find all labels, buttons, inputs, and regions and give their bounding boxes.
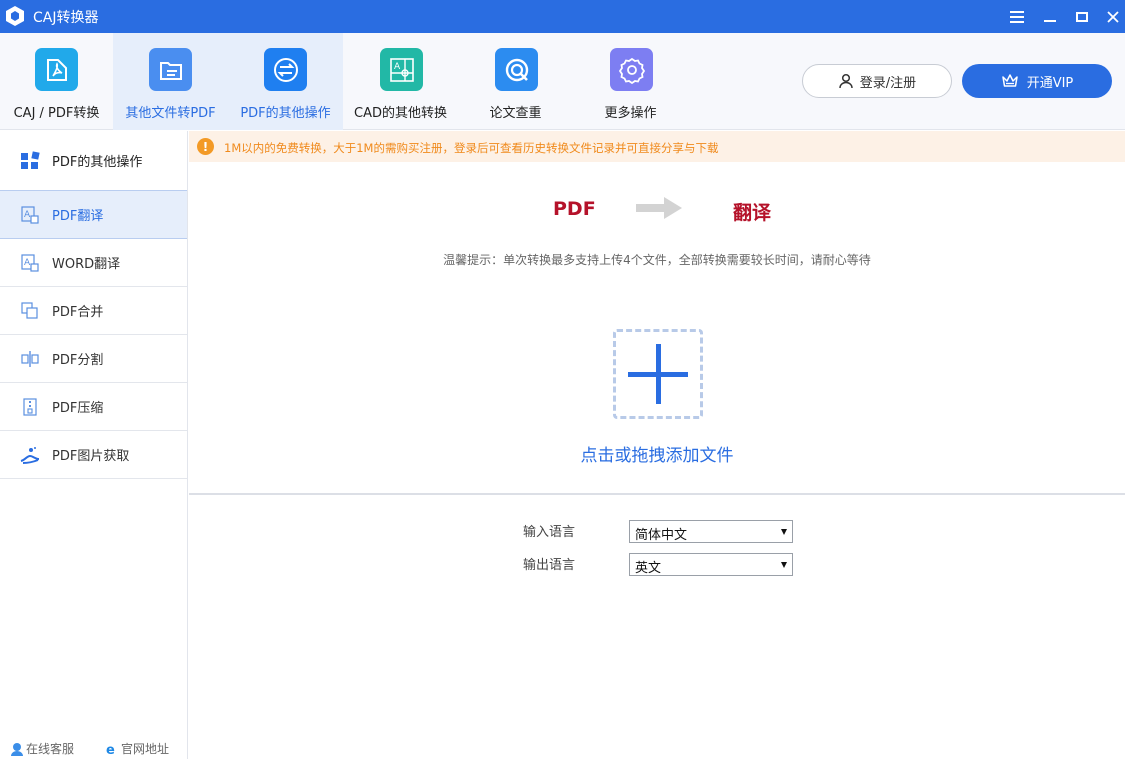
tab-label: PDF的其他操作 bbox=[240, 106, 331, 121]
ie-browser-icon: e bbox=[106, 743, 115, 756]
sidebar-item-label: PDF合并 bbox=[52, 305, 104, 320]
output-language-select[interactable]: 英文 bbox=[629, 553, 793, 576]
tab-label: 其他文件转PDF bbox=[125, 106, 216, 121]
sidebar-item-word-translate[interactable]: A WORD翻译 bbox=[0, 239, 187, 287]
flow-source-label: PDF bbox=[553, 198, 596, 220]
split-icon bbox=[20, 349, 40, 369]
svg-text:A: A bbox=[24, 210, 31, 220]
minimize-button[interactable] bbox=[1034, 0, 1066, 33]
sidebar-item-pdf-translate[interactable]: A PDF翻译 bbox=[0, 190, 187, 239]
sidebar-header-label: PDF的其他操作 bbox=[52, 155, 143, 170]
close-icon bbox=[1107, 10, 1119, 23]
app-title: CAJ转换器 bbox=[33, 10, 99, 26]
main-toolbar: CAJ / PDF转换 其他文件转PDF PDF的其他操作 A CAD的其他转换… bbox=[0, 33, 1125, 130]
svg-text:A: A bbox=[24, 258, 31, 268]
merge-icon bbox=[20, 301, 40, 321]
minimize-icon bbox=[1044, 19, 1056, 22]
input-language-label: 输入语言 bbox=[523, 525, 576, 540]
grid-icon bbox=[20, 150, 40, 171]
add-file-label[interactable]: 点击或拖拽添加文件 bbox=[189, 441, 1125, 466]
input-language-value: 简体中文 bbox=[635, 528, 688, 543]
open-vip-button[interactable]: 开通VIP bbox=[962, 64, 1112, 98]
tab-pdf-other-ops[interactable]: PDF的其他操作 bbox=[228, 33, 343, 130]
login-label: 登录/注册 bbox=[859, 75, 917, 91]
pdf-convert-icon bbox=[35, 48, 78, 91]
warning-icon: ! bbox=[197, 138, 214, 155]
sidebar-item-pdf-merge[interactable]: PDF合并 bbox=[0, 287, 187, 335]
tip-text: 温馨提示：单次转换最多支持上传4个文件，全部转换需要较长时间，请耐心等待 bbox=[443, 253, 871, 267]
notice-banner: ! 1M以内的免费转换，大于1M的需购买注册，登录后可查看历史转换文件记录并可直… bbox=[189, 131, 1125, 162]
online-service-label: 在线客服 bbox=[26, 742, 75, 756]
online-service-link[interactable]: 在线客服 bbox=[10, 740, 74, 757]
sidebar-header[interactable]: PDF的其他操作 bbox=[0, 131, 187, 191]
right-arrow-icon bbox=[636, 197, 682, 219]
sidebar-item-label: WORD翻译 bbox=[52, 257, 121, 272]
tab-cad-convert[interactable]: A CAD的其他转换 bbox=[343, 33, 458, 130]
sidebar-item-label: PDF图片获取 bbox=[52, 449, 130, 464]
sidebar-item-pdf-compress[interactable]: PDF压缩 bbox=[0, 383, 187, 431]
svg-text:A: A bbox=[394, 62, 401, 72]
official-website-label: 官网地址 bbox=[121, 742, 170, 756]
tab-label: 更多操作 bbox=[604, 106, 657, 121]
close-button[interactable] bbox=[1097, 0, 1125, 33]
sidebar-item-label: PDF分割 bbox=[52, 353, 104, 368]
vip-label: 开通VIP bbox=[1026, 75, 1074, 91]
official-website-link[interactable]: e 官网地址 bbox=[105, 740, 169, 757]
output-language-label: 输出语言 bbox=[523, 558, 576, 573]
user-icon bbox=[839, 73, 853, 89]
plus-icon-bar bbox=[628, 372, 688, 377]
cad-drawing-icon: A bbox=[380, 48, 423, 91]
notice-text: 1M以内的免费转换，大于1M的需购买注册，登录后可查看历史转换文件记录并可直接分… bbox=[224, 141, 719, 155]
translate-icon: A bbox=[20, 253, 40, 273]
maximize-button[interactable] bbox=[1066, 0, 1098, 33]
sidebar-item-label: PDF翻译 bbox=[52, 209, 104, 224]
menu-icon bbox=[1010, 10, 1024, 23]
divider bbox=[189, 493, 1125, 495]
gear-icon bbox=[610, 48, 653, 91]
menu-button[interactable] bbox=[1001, 0, 1033, 33]
title-bar: CAJ转换器 bbox=[0, 0, 1125, 33]
sidebar: PDF的其他操作 A PDF翻译 A WORD翻译 PDF合并 PDF分割 PD… bbox=[0, 131, 188, 759]
tab-label: CAD的其他转换 bbox=[354, 106, 447, 121]
app-logo-icon bbox=[6, 6, 24, 26]
customer-service-icon bbox=[11, 742, 23, 756]
output-language-value: 英文 bbox=[635, 561, 662, 576]
add-file-dropzone[interactable] bbox=[613, 329, 703, 419]
maximize-icon bbox=[1076, 11, 1088, 22]
login-register-button[interactable]: 登录/注册 bbox=[802, 64, 952, 98]
tab-label: 论文查重 bbox=[489, 106, 542, 121]
sidebar-item-pdf-image-extract[interactable]: PDF图片获取 bbox=[0, 431, 187, 479]
translate-icon: A bbox=[20, 205, 40, 225]
tab-more-actions[interactable]: 更多操作 bbox=[573, 33, 688, 130]
tab-paper-check[interactable]: 论文查重 bbox=[458, 33, 573, 130]
tab-label: CAJ / PDF转换 bbox=[13, 106, 100, 121]
image-extract-icon bbox=[20, 445, 40, 465]
tab-caj-pdf-convert[interactable]: CAJ / PDF转换 bbox=[0, 33, 113, 130]
compress-icon bbox=[20, 397, 40, 417]
sidebar-item-pdf-split[interactable]: PDF分割 bbox=[0, 335, 187, 383]
dropdown-arrow-icon bbox=[781, 529, 787, 535]
flow-target-label: 翻译 bbox=[733, 202, 772, 224]
swap-arrows-icon bbox=[264, 48, 307, 91]
tab-other-to-pdf[interactable]: 其他文件转PDF bbox=[113, 33, 228, 130]
dropdown-arrow-icon bbox=[781, 562, 787, 568]
crown-icon bbox=[1001, 74, 1018, 87]
folder-file-icon bbox=[149, 48, 192, 91]
check-circle-icon bbox=[495, 48, 538, 91]
sidebar-item-label: PDF压缩 bbox=[52, 401, 104, 416]
svg-text:e: e bbox=[106, 743, 115, 756]
input-language-select[interactable]: 简体中文 bbox=[629, 520, 793, 543]
